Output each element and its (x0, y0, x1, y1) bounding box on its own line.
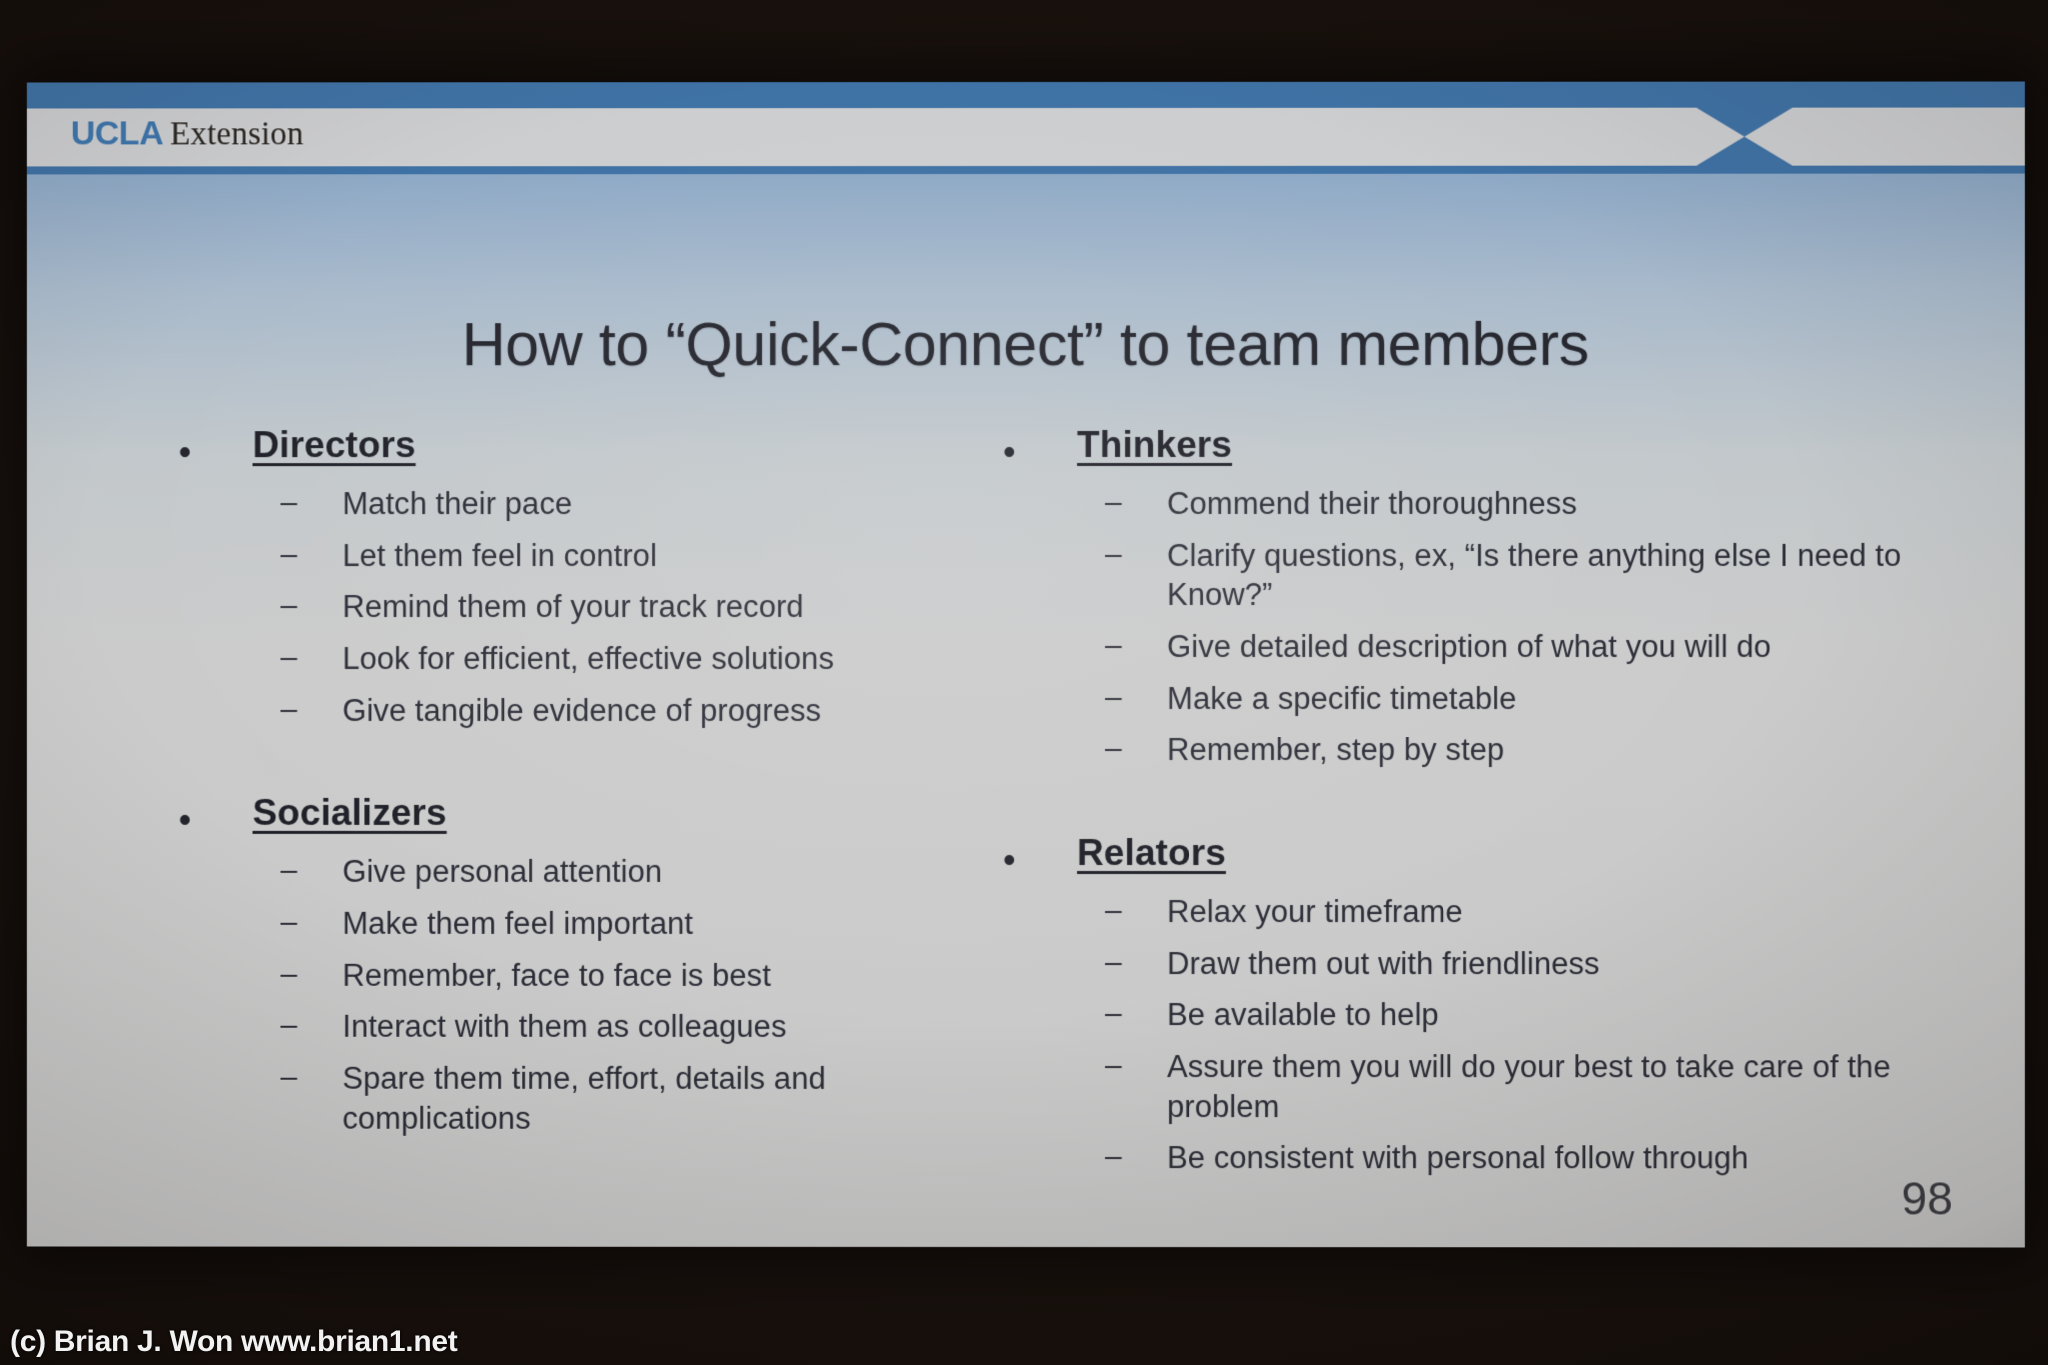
group-directors: • Directors – Match their pace – Let the… (179, 424, 985, 730)
dash-icon: – (280, 587, 342, 625)
list-item-text: Spare them time, effort, details and com… (342, 1059, 985, 1139)
list-item-text: Commend their thoroughness (1167, 484, 1577, 524)
dash-icon: – (1105, 995, 1167, 1033)
dash-icon: – (1105, 730, 1167, 768)
list-item: – Interact with them as colleagues (280, 1007, 985, 1047)
dash-icon: – (1105, 484, 1167, 522)
list-item-text: Let them feel in control (342, 536, 657, 576)
list-item: – Give tangible evidence of progress (280, 691, 985, 731)
list-item-text: Remind them of your track record (342, 587, 803, 627)
list-item-text: Relax your timeframe (1167, 892, 1463, 932)
dash-icon: – (280, 691, 342, 729)
group-title: Socializers (253, 792, 447, 834)
bullet-icon: • (1003, 424, 1077, 470)
dash-icon: – (280, 1059, 342, 1097)
group-title: Thinkers (1077, 424, 1232, 466)
slide-body: How to “Quick-Connect” to team members •… (27, 174, 2025, 1248)
group-relators-heading: • Relators (1003, 832, 2025, 878)
list-item: – Remember, face to face is best (280, 956, 985, 996)
dash-icon: – (1105, 1138, 1167, 1176)
list-item: – Look for efficient, effective solution… (280, 639, 985, 679)
dash-icon: – (1105, 1047, 1167, 1085)
list-item: – Make a specific timetable (1105, 679, 1906, 719)
dash-icon: – (280, 904, 342, 942)
list-item: – Draw them out with friendliness (1105, 944, 1906, 984)
dash-icon: – (280, 639, 342, 677)
logo-extension-text: Extension (170, 116, 304, 152)
dash-icon: – (280, 484, 342, 522)
list-item: – Relax your timeframe (1105, 892, 1906, 932)
list-item-text: Draw them out with friendliness (1167, 944, 1600, 984)
group-socializers: • Socializers – Give personal attention … (179, 792, 985, 1138)
list-item-text: Give tangible evidence of progress (342, 691, 821, 731)
bowtie-upper-triangle (1696, 108, 1792, 137)
bowtie-lower-triangle (1696, 137, 1792, 166)
right-column: • Thinkers – Commend their thoroughness … (985, 424, 2025, 1191)
dash-icon: – (1105, 892, 1167, 930)
list-item: – Give personal attention (280, 852, 985, 892)
group-socializers-heading: • Socializers (179, 792, 985, 838)
list-item-text: Match their pace (342, 484, 572, 524)
list-item-text: Be consistent with personal follow throu… (1167, 1138, 1749, 1178)
ucla-extension-logo: UCLA Extension (71, 114, 304, 153)
list-item: – Let them feel in control (280, 536, 985, 576)
group-relators: • Relators – Relax your timeframe – Draw… (1003, 832, 2025, 1178)
page-number: 98 (1901, 1171, 1952, 1225)
dash-icon: – (280, 852, 342, 890)
dash-icon: – (280, 956, 342, 994)
content-columns: • Directors – Match their pace – Let the… (27, 424, 2025, 1191)
slide-title: How to “Quick-Connect” to team members (27, 309, 2025, 380)
group-thinkers-items: – Commend their thoroughness – Clarify q… (1003, 484, 2025, 770)
list-item: – Spare them time, effort, details and c… (280, 1059, 985, 1139)
logo-ucla-text: UCLA (71, 114, 163, 152)
left-column: • Directors – Match their pace – Let the… (27, 424, 985, 1190)
list-item-text: Clarify questions, ex, “Is there anythin… (1167, 536, 1906, 615)
list-item: – Give detailed description of what you … (1105, 627, 1906, 667)
dash-icon: – (1105, 536, 1167, 574)
presentation-slide: UCLA Extension How to “Quick-Connect” to … (27, 81, 2025, 1247)
list-item-text: Interact with them as colleagues (342, 1007, 786, 1047)
list-item-text: Make a specific timetable (1167, 679, 1516, 719)
list-item-text: Remember, face to face is best (342, 956, 770, 996)
list-item: – Assure them you will do your best to t… (1105, 1047, 1906, 1127)
list-item: – Commend their thoroughness (1105, 484, 1906, 524)
list-item-text: Make them feel important (342, 904, 693, 944)
group-directors-heading: • Directors (179, 424, 985, 470)
dash-icon: – (1105, 944, 1167, 982)
group-title: Relators (1077, 832, 1226, 874)
bullet-icon: • (1003, 832, 1077, 878)
list-item: – Remember, step by step (1105, 730, 1906, 770)
bullet-icon: • (179, 792, 253, 838)
list-item-text: Be available to help (1167, 995, 1439, 1035)
list-item-text: Look for efficient, effective solutions (342, 639, 834, 679)
photo-background: UCLA Extension How to “Quick-Connect” to … (0, 0, 2048, 1365)
list-item: – Remind them of your track record (280, 587, 985, 627)
bowtie-accent-icon (1696, 108, 1792, 166)
dash-icon: – (1105, 679, 1167, 717)
list-item-text: Give personal attention (342, 852, 662, 892)
list-item-text: Remember, step by step (1167, 730, 1504, 770)
dash-icon: – (280, 536, 342, 574)
dash-icon: – (1105, 627, 1167, 665)
photographer-watermark: (c) Brian J. Won www.brian1.net (10, 1325, 457, 1359)
list-item: – Clarify questions, ex, “Is there anyth… (1105, 536, 1906, 615)
group-thinkers: • Thinkers – Commend their thoroughness … (1003, 424, 2025, 770)
group-title: Directors (253, 424, 416, 466)
header-top-accent-bar (27, 81, 2025, 108)
group-directors-items: – Match their pace – Let them feel in co… (179, 484, 985, 730)
list-item: – Be consistent with personal follow thr… (1105, 1138, 1906, 1178)
list-item: – Be available to help (1105, 995, 1906, 1035)
list-item-text: Give detailed description of what you wi… (1167, 627, 1771, 667)
group-relators-items: – Relax your timeframe – Draw them out w… (1003, 892, 2025, 1178)
bullet-icon: • (179, 424, 253, 470)
group-socializers-items: – Give personal attention – Make them fe… (179, 852, 985, 1138)
list-item-text: Assure them you will do your best to tak… (1167, 1047, 1906, 1127)
group-thinkers-heading: • Thinkers (1003, 424, 2025, 470)
list-item: – Match their pace (280, 484, 985, 524)
dash-icon: – (280, 1007, 342, 1045)
list-item: – Make them feel important (280, 904, 985, 944)
